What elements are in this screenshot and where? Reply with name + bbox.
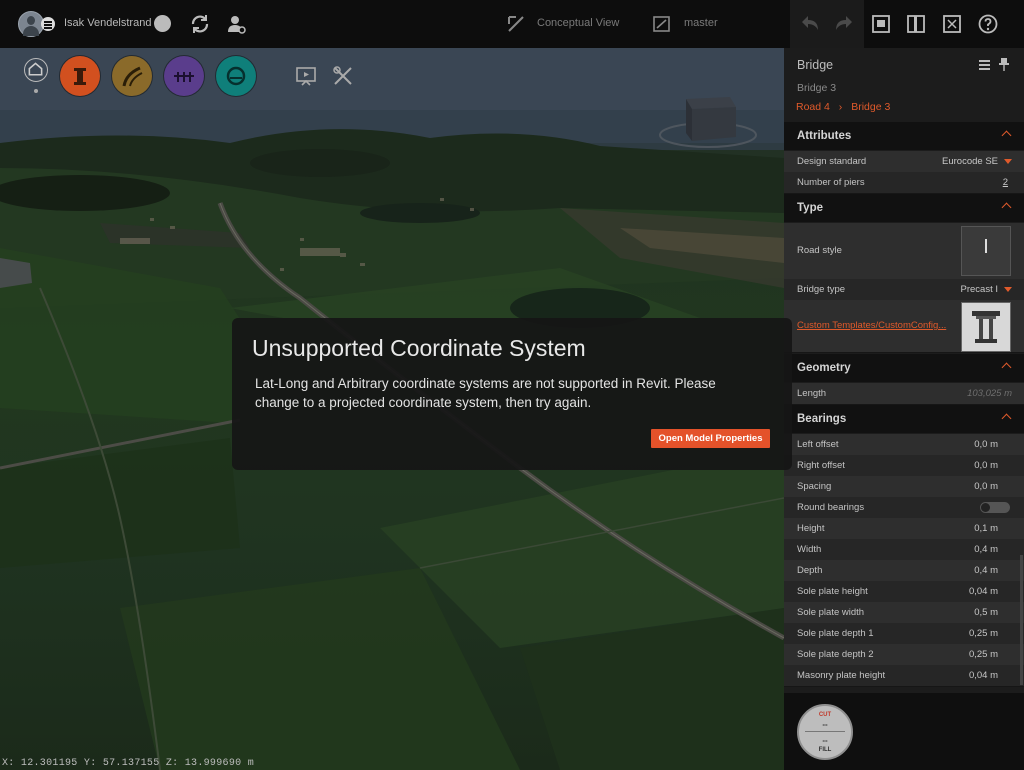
- cut-fill-gauge[interactable]: CUT -- -- FILL: [797, 704, 853, 760]
- home-dot-icon: [34, 89, 38, 93]
- panel-toggle-icon[interactable]: [904, 12, 928, 36]
- pillar-icon: [74, 68, 86, 85]
- custom-template-link[interactable]: Custom Templates/CustomConfig...: [797, 320, 946, 331]
- undo-redo-group: [790, 0, 864, 48]
- tunnel-icon: [226, 66, 246, 86]
- bridge-type-select[interactable]: Precast I: [961, 284, 999, 295]
- bearing-row[interactable]: Sole plate depth 1 0,25 m: [784, 623, 1024, 645]
- bearing-row[interactable]: Height 0,1 m: [784, 518, 1024, 540]
- breadcrumb-separator-icon: ›: [838, 101, 843, 113]
- coordinate-readout: X: 12.301195 Y: 57.137155 Z: 13.999690 m: [2, 758, 255, 769]
- undo-icon[interactable]: [798, 12, 822, 36]
- dialog-message: Lat-Long and Arbitrary coordinate system…: [255, 376, 716, 410]
- template-row: Custom Templates/CustomConfig...: [784, 300, 1024, 353]
- collapse-chevron-icon: [1001, 362, 1012, 373]
- road-style-thumbnail[interactable]: [961, 226, 1011, 276]
- panel-title: Bridge: [797, 58, 834, 72]
- round-bearings-toggle[interactable]: [980, 502, 1010, 513]
- breadcrumb: Road 4 › Bridge 3: [796, 101, 890, 113]
- bearings-list: Left offset 0,0 m Right offset 0,0 m Spaci…: [784, 434, 1024, 693]
- redo-icon[interactable]: [832, 12, 856, 36]
- fullscreen-icon[interactable]: [940, 12, 964, 36]
- dropdown-arrow-icon: [1004, 159, 1012, 164]
- bearing-row[interactable]: Spacing 0,0 m: [784, 476, 1024, 498]
- number-of-piers-input[interactable]: 2: [1003, 177, 1008, 188]
- bridge-type-row[interactable]: Bridge type Precast I: [784, 279, 1024, 301]
- user-settings-icon[interactable]: [224, 12, 248, 36]
- bearing-row[interactable]: Masonry plate height 0,04 m: [784, 665, 1024, 687]
- breadcrumb-bridge[interactable]: Bridge 3: [851, 101, 890, 113]
- bearing-row[interactable]: Round bearings: [784, 497, 1024, 519]
- collapse-chevron-icon: [1001, 202, 1012, 213]
- sync-icon[interactable]: [188, 12, 212, 36]
- view-name[interactable]: Conceptual View: [537, 17, 619, 29]
- bearing-row[interactable]: Sole plate width 0,5 m: [784, 602, 1024, 624]
- collapse-chevron-icon: [1001, 413, 1012, 424]
- design-standard-select[interactable]: Eurocode SE: [942, 156, 998, 167]
- pin-icon[interactable]: [998, 57, 1010, 71]
- menu-icon[interactable]: [979, 60, 990, 70]
- bridge-tool-button[interactable]: [164, 56, 204, 96]
- pier-icon: [972, 311, 1000, 343]
- presentation-button[interactable]: [294, 64, 318, 88]
- tunnel-tool-button[interactable]: [216, 56, 256, 96]
- section-geometry[interactable]: Geometry: [784, 354, 1024, 382]
- view-mode-icon[interactable]: [504, 12, 528, 36]
- open-model-properties-button[interactable]: Open Model Properties: [651, 429, 770, 448]
- bearing-row[interactable]: Width 0,4 m: [784, 539, 1024, 561]
- design-standard-row[interactable]: Design standard Eurocode SE: [784, 151, 1024, 173]
- length-value: 103,025 m: [967, 388, 1012, 399]
- dialog-title: Unsupported Coordinate System: [252, 335, 586, 361]
- breadcrumb-road[interactable]: Road 4: [796, 101, 830, 113]
- number-of-piers-row[interactable]: Number of piers 2: [784, 172, 1024, 194]
- section-bearings[interactable]: Bearings: [784, 405, 1024, 433]
- section-attributes[interactable]: Attributes: [784, 122, 1024, 150]
- presentation-icon: [296, 67, 316, 86]
- user-name: Isak Vendelstrand: [64, 17, 152, 29]
- cut-value: --: [822, 720, 828, 729]
- bridge-icon: [174, 72, 194, 82]
- road-tool-button[interactable]: [112, 56, 152, 96]
- bearing-row[interactable]: Depth 0,4 m: [784, 560, 1024, 582]
- panel-subtitle: Bridge 3: [797, 82, 837, 94]
- bridge-template-thumbnail[interactable]: [961, 302, 1011, 352]
- bearing-row[interactable]: Left offset 0,0 m: [784, 434, 1024, 456]
- terrain-tool-button[interactable]: [60, 56, 100, 96]
- home-button[interactable]: [24, 58, 48, 82]
- road-style-row[interactable]: Road style: [784, 223, 1024, 280]
- length-row: Length 103,025 m: [784, 383, 1024, 405]
- tools-button[interactable]: [331, 64, 355, 88]
- branch-name[interactable]: master: [684, 17, 718, 29]
- fill-value: --: [822, 736, 828, 745]
- wrench-icon: [333, 66, 352, 85]
- collapse-chevron-icon: [1001, 130, 1012, 141]
- cut-label: CUT: [818, 712, 832, 718]
- bearing-row[interactable]: Right offset 0,0 m: [784, 455, 1024, 477]
- branch-icon[interactable]: [650, 12, 674, 36]
- user-menu-icon[interactable]: [41, 17, 55, 31]
- road-icon: [122, 66, 143, 87]
- save-icon[interactable]: [869, 12, 893, 36]
- bearing-row[interactable]: Sole plate depth 2 0,25 m: [784, 644, 1024, 666]
- unsupported-coordinate-dialog: Unsupported Coordinate System Lat-Long a…: [232, 318, 792, 470]
- panel-scrollbar[interactable]: [1020, 555, 1023, 685]
- properties-panel: Bridge Bridge 3 Road 4 › Bridge 3 Attrib…: [784, 48, 1024, 693]
- bearing-row[interactable]: Sole plate height 0,04 m: [784, 581, 1024, 603]
- chat-icon[interactable]: [152, 12, 176, 36]
- gauge-divider: [805, 731, 845, 732]
- top-bar: Isak Vendelstrand Conceptual View master: [0, 0, 1024, 48]
- home-icon: [28, 62, 43, 76]
- fill-label: FILL: [818, 747, 832, 753]
- help-icon[interactable]: [976, 12, 1000, 36]
- section-type[interactable]: Type: [784, 194, 1024, 222]
- dropdown-arrow-icon: [1004, 287, 1012, 292]
